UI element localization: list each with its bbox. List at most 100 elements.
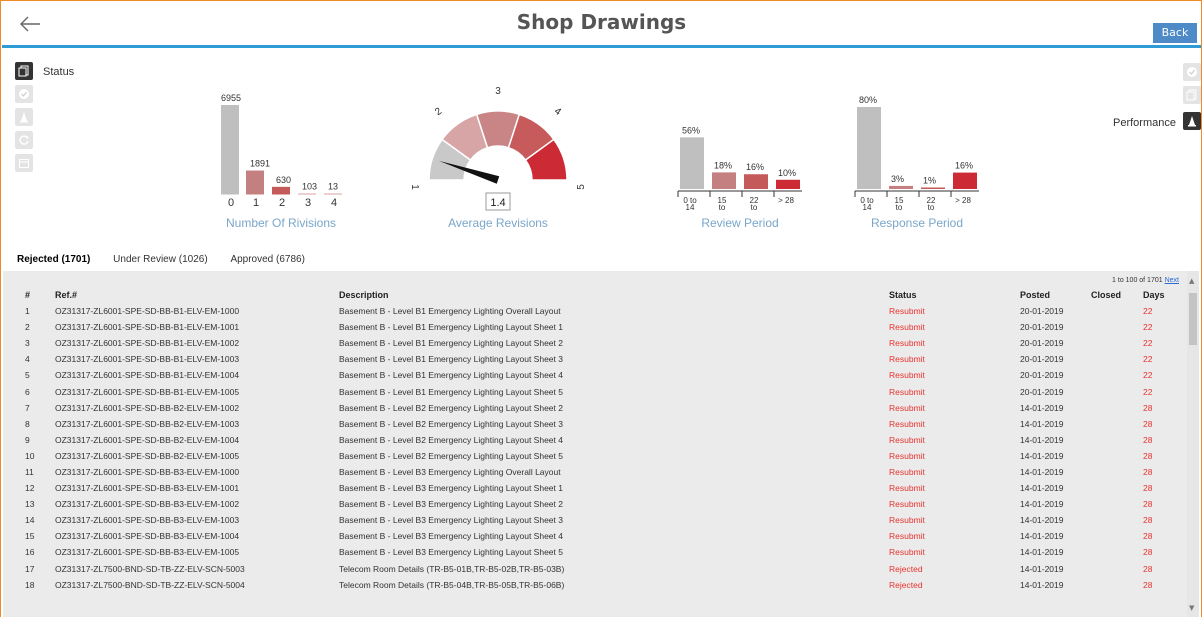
cone-icon[interactable] [1183,112,1201,130]
row-closed [1091,512,1143,528]
back-button[interactable]: Back [1153,23,1197,43]
row-status: Resubmit [889,322,925,333]
table-row[interactable]: 11 OZ31317-ZL6001-SPE-SD-BB-B3-ELV-EM-100… [3,464,1191,480]
tab-approved[interactable]: Approved (6786) [230,254,305,265]
table-row[interactable]: 15 OZ31317-ZL6001-SPE-SD-BB-B3-ELV-EM-100… [3,528,1191,544]
response-category-label: to [928,203,935,212]
vertical-scrollbar[interactable]: ▲ ▼ [1187,271,1199,617]
gauge-tick-label: 3 [495,86,501,97]
pagination: 1 to 100 of 1701 Next [1112,277,1179,284]
scroll-up-icon[interactable]: ▲ [1189,277,1194,285]
table-row[interactable]: 16 OZ31317-ZL6001-SPE-SD-BB-B3-ELV-EM-100… [3,544,1191,560]
row-ref: OZ31317-ZL6001-SPE-SD-BB-B3-ELV-EM-1004 [55,531,240,542]
row-posted: 20-01-2019 [1020,370,1064,381]
col-header-status[interactable]: Status [889,287,1020,303]
table-row[interactable]: 7 OZ31317-ZL6001-SPE-SD-BB-B2-ELV-EM-1002… [3,400,1191,416]
next-page-link[interactable]: Next [1165,277,1179,284]
row-ref: OZ31317-ZL7500-BND-SD-TB-ZZ-ELV-SCN-5004 [55,579,245,590]
drawings-table-panel: 1 to 100 of 1701 Next # Ref.# Descriptio… [3,271,1199,617]
row-posted: 14-01-2019 [1020,547,1064,558]
scroll-down-icon[interactable]: ▼ [1189,604,1194,612]
table-row[interactable]: 14 OZ31317-ZL6001-SPE-SD-BB-B3-ELV-EM-100… [3,512,1191,528]
tab-under-review[interactable]: Under Review (1026) [113,254,208,265]
row-status: Resubmit [889,531,925,542]
col-header-days[interactable]: Days [1143,287,1191,303]
row-days: 22 [1143,370,1153,381]
col-header-description[interactable]: Description [339,287,889,303]
row-num: 9 [25,434,30,445]
row-posted: 14-01-2019 [1020,563,1064,574]
col-header-closed[interactable]: Closed [1091,287,1143,303]
table-row[interactable]: 18 OZ31317-ZL7500-BND-SD-TB-ZZ-ELV-SCN-50… [3,577,1191,593]
row-posted: 20-01-2019 [1020,322,1064,333]
table-row[interactable]: 10 OZ31317-ZL6001-SPE-SD-BB-B2-ELV-EM-100… [3,448,1191,464]
table-row[interactable]: 3 OZ31317-ZL6001-SPE-SD-BB-B1-ELV-EM-1002… [3,335,1191,351]
status-label: Status [43,66,75,78]
row-description: Basement B - Level B3 Emergency Lighting… [339,515,563,526]
table-row[interactable]: 1 OZ31317-ZL6001-SPE-SD-BB-B1-ELV-EM-1000… [3,303,1191,319]
row-description: Telecom Room Details (TR-B5-01B,TR-B5-02… [339,563,565,574]
response-bar [953,172,977,189]
row-num: 10 [25,450,35,461]
row-num: 18 [25,579,35,590]
row-days: 22 [1143,354,1153,365]
table-row[interactable]: 12 OZ31317-ZL6001-SPE-SD-BB-B3-ELV-EM-100… [3,480,1191,496]
row-num: 11 [25,466,34,477]
row-posted: 14-01-2019 [1020,579,1064,590]
row-posted: 14-01-2019 [1020,466,1064,477]
response-category-label: to [896,203,903,212]
row-ref: OZ31317-ZL6001-SPE-SD-BB-B1-ELV-EM-1001 [55,322,240,333]
table-row[interactable]: 4 OZ31317-ZL6001-SPE-SD-BB-B1-ELV-EM-1003… [3,351,1191,367]
check-circle-icon[interactable] [1183,63,1201,81]
row-num: 16 [25,547,35,558]
row-status: Resubmit [889,483,925,494]
review-category-label: > 28 [778,196,794,205]
review-bar [680,137,704,189]
table-row[interactable]: 9 OZ31317-ZL6001-SPE-SD-BB-B2-ELV-EM-1004… [3,432,1191,448]
table-row[interactable]: 2 OZ31317-ZL6001-SPE-SD-BB-B1-ELV-EM-1001… [3,319,1191,335]
row-description: Basement B - Level B1 Emergency Lighting… [339,354,563,365]
average-caption: Average Revisions [448,216,548,230]
col-header-num[interactable]: # [3,287,55,303]
gauge-value: 1.4 [490,197,505,209]
row-status: Resubmit [889,466,925,477]
row-ref: OZ31317-ZL6001-SPE-SD-BB-B2-ELV-EM-1004 [55,434,240,445]
row-status: Resubmit [889,515,925,526]
row-days: 28 [1143,515,1153,526]
table-row[interactable]: 6 OZ31317-ZL6001-SPE-SD-BB-B1-ELV-EM-1005… [3,383,1191,399]
row-closed [1091,303,1143,319]
row-days: 28 [1143,418,1153,429]
row-ref: OZ31317-ZL6001-SPE-SD-BB-B3-ELV-EM-1000 [55,466,240,477]
row-days: 28 [1143,450,1153,461]
row-status: Resubmit [889,434,925,445]
review-category-label: 14 [686,203,695,212]
table-row[interactable]: 8 OZ31317-ZL6001-SPE-SD-BB-B2-ELV-EM-1003… [3,416,1191,432]
row-description: Basement B - Level B3 Emergency Lighting… [339,499,563,510]
table-row[interactable]: 13 OZ31317-ZL6001-SPE-SD-BB-B3-ELV-EM-100… [3,496,1191,512]
row-description: Basement B - Level B3 Emergency Lighting… [339,483,563,494]
scrollbar-thumb[interactable] [1189,293,1197,345]
row-posted: 14-01-2019 [1020,499,1064,510]
row-description: Basement B - Level B2 Emergency Lighting… [339,418,563,429]
documents-icon[interactable] [1183,86,1201,104]
row-closed [1091,544,1143,560]
table-row[interactable]: 5 OZ31317-ZL6001-SPE-SD-BB-B1-ELV-EM-1004… [3,367,1191,383]
header: Shop Drawings Back [2,2,1201,48]
row-status: Resubmit [889,338,925,349]
row-posted: 14-01-2019 [1020,515,1064,526]
row-days: 28 [1143,402,1153,413]
revisions-bar [272,186,290,195]
col-header-ref[interactable]: Ref.# [55,287,339,303]
table-row[interactable]: 17 OZ31317-ZL7500-BND-SD-TB-ZZ-ELV-SCN-50… [3,561,1191,577]
row-status: Rejected [889,579,923,590]
col-header-posted[interactable]: Posted [1020,287,1091,303]
revisions-bar-label: 6955 [221,93,241,103]
gauge-tick-label: 2 [433,106,444,118]
row-status: Resubmit [889,386,925,397]
tab-rejected[interactable]: Rejected (1701) [17,254,90,265]
row-num: 6 [25,386,30,397]
row-num: 8 [25,418,30,429]
documents-icon[interactable] [15,62,33,80]
row-description: Basement B - Level B2 Emergency Lighting… [339,434,563,445]
response-bar [889,185,913,189]
